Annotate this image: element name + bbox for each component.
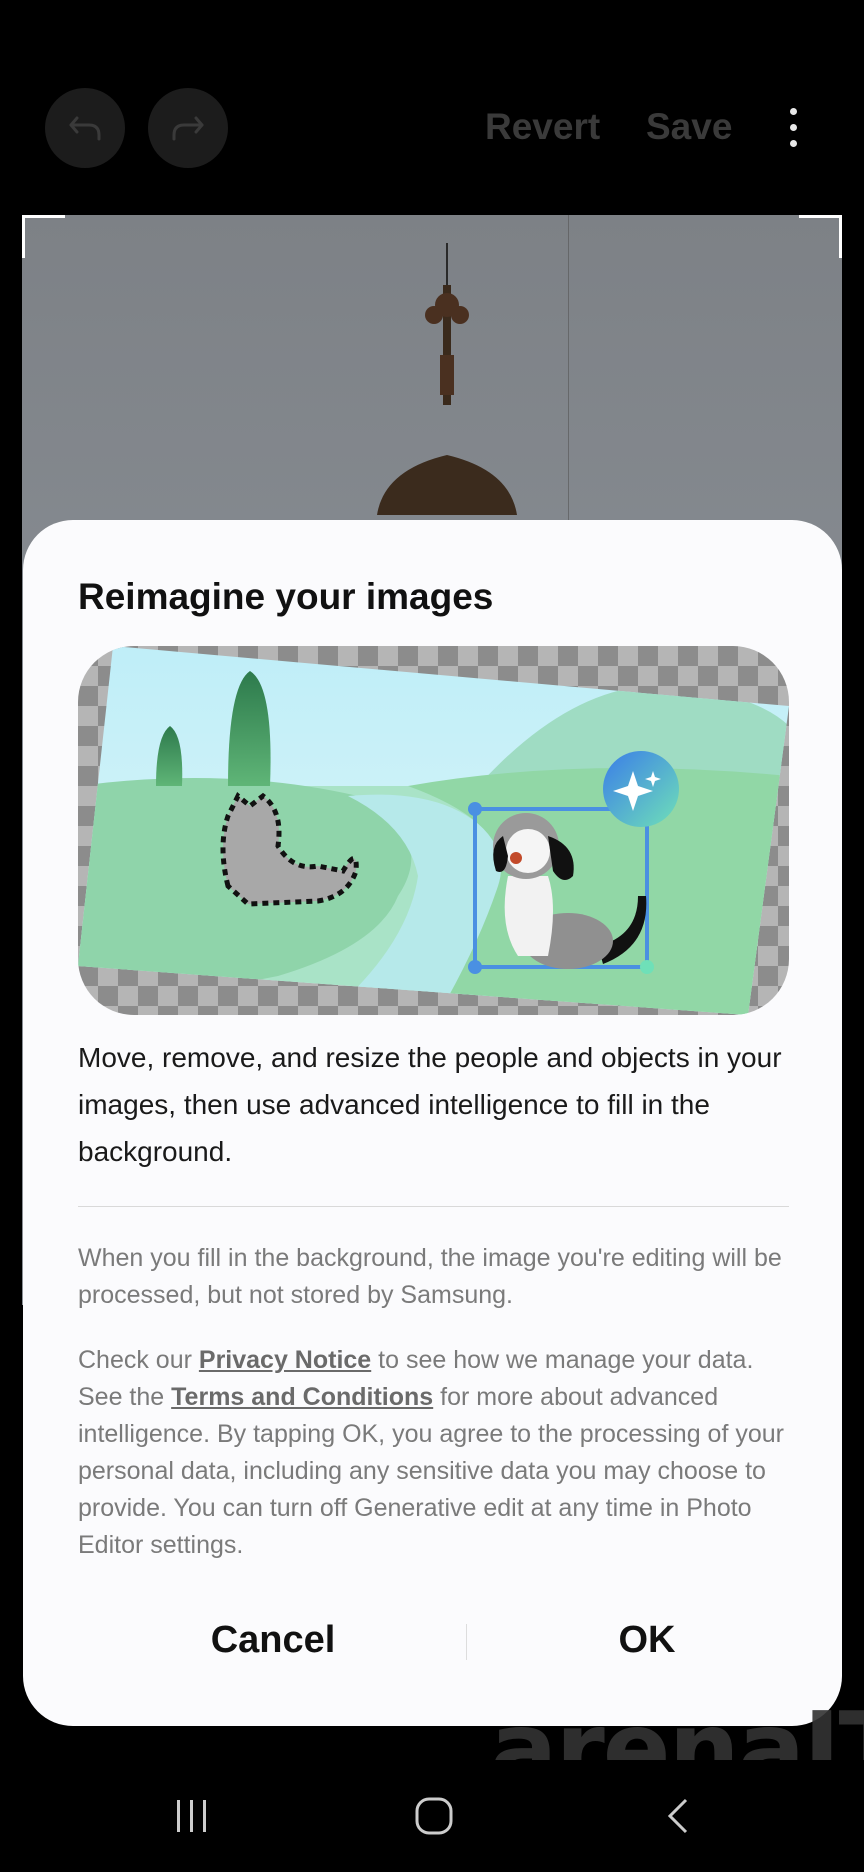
redo-button[interactable] <box>148 88 228 168</box>
ok-button[interactable]: OK <box>467 1600 827 1680</box>
privacy-notice-link[interactable]: Privacy Notice <box>199 1346 371 1374</box>
cancel-button[interactable]: Cancel <box>93 1600 453 1680</box>
home-icon[interactable] <box>414 1796 454 1836</box>
redo-icon <box>172 116 204 141</box>
divider <box>78 1206 789 1207</box>
editor-topbar: Revert Save <box>0 0 864 215</box>
recent-apps-icon[interactable] <box>172 1796 212 1836</box>
spire-image <box>377 243 517 515</box>
revert-button[interactable]: Revert <box>485 104 600 150</box>
dialog-title: Reimagine your images <box>78 576 494 617</box>
save-button[interactable]: Save <box>646 104 732 150</box>
more-options-icon[interactable] <box>783 104 803 150</box>
generative-edit-dialog: Reimagine your images Move, remove, and … <box>23 520 842 1726</box>
back-icon[interactable] <box>658 1796 698 1836</box>
dialog-description: Move, remove, and resize the people and … <box>78 1042 782 1167</box>
notice-text-pre: Check our <box>78 1346 199 1374</box>
system-navbar <box>0 1760 864 1872</box>
processing-notice: When you fill in the background, the ima… <box>78 1244 782 1309</box>
undo-button[interactable] <box>45 88 125 168</box>
privacy-notice-text: Check our Privacy Notice to see how we m… <box>78 1342 798 1564</box>
undo-icon <box>69 116 101 141</box>
illustration-image <box>78 646 789 1015</box>
terms-and-conditions-link[interactable]: Terms and Conditions <box>171 1383 433 1411</box>
